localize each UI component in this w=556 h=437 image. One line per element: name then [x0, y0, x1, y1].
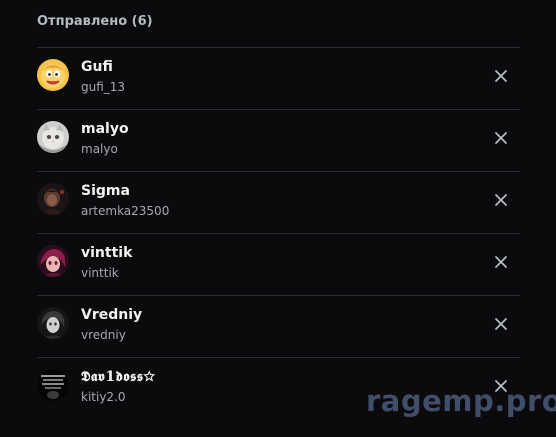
- username: artemka23500: [81, 204, 170, 218]
- display-name: malyo: [81, 121, 129, 137]
- cancel-request-button[interactable]: [488, 63, 514, 89]
- dark-portrait-avatar-icon: [37, 183, 69, 215]
- cancel-request-button[interactable]: [488, 187, 514, 213]
- cartoon-face-avatar-icon: [37, 59, 69, 91]
- avatar[interactable]: [37, 369, 69, 401]
- section-header: Отправлено (6): [37, 14, 153, 29]
- list-item[interactable]: Gufi gufi_13: [37, 47, 520, 109]
- anime-avatar-icon: [37, 245, 69, 277]
- cancel-request-button[interactable]: [488, 311, 514, 337]
- avatar[interactable]: [37, 59, 69, 91]
- avatar[interactable]: [37, 245, 69, 277]
- cancel-request-button[interactable]: [488, 125, 514, 151]
- avatar[interactable]: [37, 307, 69, 339]
- display-name: Sigma: [81, 183, 130, 199]
- list-item[interactable]: malyo malyo: [37, 109, 520, 171]
- sent-friend-requests-panel: Отправлено (6) Gufi gufi_13 malyo malyo …: [0, 0, 556, 437]
- username: kitiy2.0: [81, 390, 126, 404]
- username: malyo: [81, 142, 118, 156]
- display-name: Gufi: [81, 59, 113, 75]
- display-name: 𝕯𝖆𝖛1𝖉𝖔𝖘𝖘☆: [81, 369, 156, 385]
- avatar[interactable]: [37, 183, 69, 215]
- close-icon: [495, 132, 507, 144]
- request-list: Gufi gufi_13 malyo malyo Sigma artemka23…: [37, 47, 520, 419]
- cancel-request-button[interactable]: [488, 249, 514, 275]
- close-icon: [495, 194, 507, 206]
- display-name: Vredniy: [81, 307, 143, 323]
- list-item[interactable]: vinttik vinttik: [37, 233, 520, 295]
- username: vredniy: [81, 328, 126, 342]
- grayscale-portrait-avatar-icon: [37, 307, 69, 339]
- close-icon: [495, 318, 507, 330]
- list-item[interactable]: Sigma artemka23500: [37, 171, 520, 233]
- close-icon: [495, 70, 507, 82]
- username: vinttik: [81, 266, 119, 280]
- watermark: ragemp.pro: [366, 384, 556, 418]
- cat-avatar-icon: [37, 121, 69, 153]
- avatar[interactable]: [37, 121, 69, 153]
- close-icon: [495, 256, 507, 268]
- username: gufi_13: [81, 80, 126, 94]
- text-collage-avatar-icon: [37, 369, 69, 401]
- display-name: vinttik: [81, 245, 133, 261]
- list-item[interactable]: Vredniy vredniy: [37, 295, 520, 357]
